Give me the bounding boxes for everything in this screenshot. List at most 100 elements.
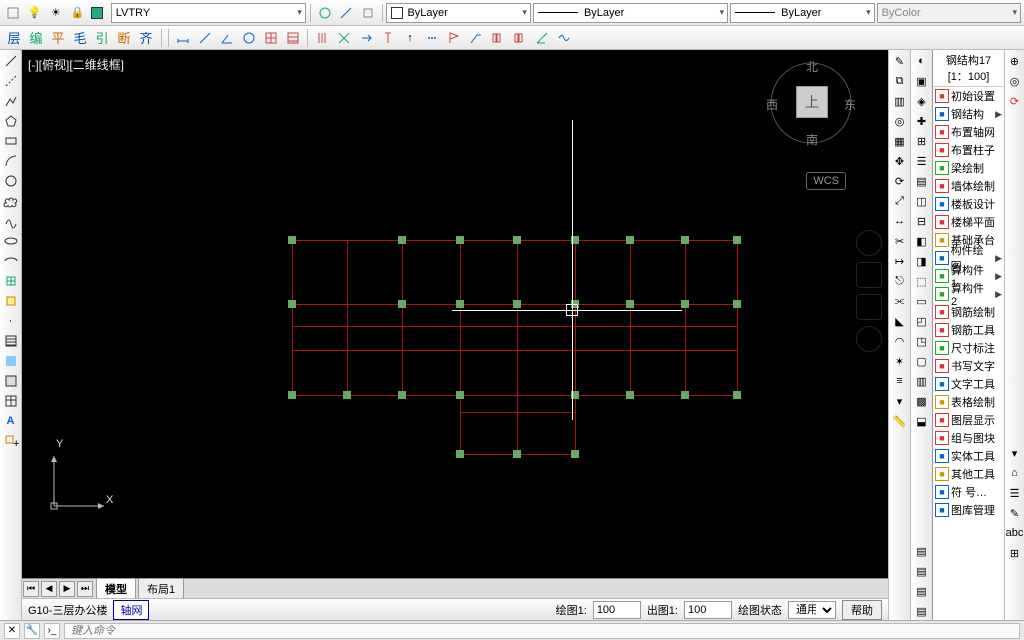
ch-btn-4[interactable]: 引 bbox=[91, 27, 113, 49]
panel-item-3[interactable]: ■布置柱子 bbox=[933, 141, 1004, 159]
chamfer-icon[interactable]: ◣ bbox=[891, 312, 909, 330]
dim-linear-icon[interactable] bbox=[173, 28, 193, 48]
viewcube-face[interactable]: 上 bbox=[796, 86, 828, 118]
p2-icon[interactable]: ⬓ bbox=[913, 412, 931, 430]
ch-btn-6[interactable]: 齐 bbox=[135, 27, 157, 49]
panel-item-1[interactable]: ■钢结构▶ bbox=[933, 105, 1004, 123]
linetype-combo[interactable]: ByLayer bbox=[533, 3, 728, 23]
p2-icon[interactable]: ⬚ bbox=[913, 272, 931, 290]
hatch2-icon[interactable] bbox=[2, 332, 20, 350]
addsel-icon[interactable]: + bbox=[2, 432, 20, 450]
scale1-input[interactable] bbox=[593, 601, 641, 619]
bars1-icon[interactable] bbox=[488, 28, 508, 48]
p2-icon[interactable]: ◫ bbox=[913, 192, 931, 210]
p2-icon[interactable]: ▢ bbox=[913, 352, 931, 370]
ch-btn-1[interactable]: 编 bbox=[25, 27, 47, 49]
panel-item-0[interactable]: ■初始设置 bbox=[933, 87, 1004, 105]
layer-combo[interactable]: LVTRY bbox=[111, 3, 306, 23]
tab-last[interactable]: ⏭ bbox=[77, 581, 93, 597]
p2b-icon[interactable]: ▤ bbox=[913, 582, 931, 600]
p2-icon[interactable]: ◳ bbox=[913, 332, 931, 350]
rotate-icon[interactable]: ⟳ bbox=[891, 172, 909, 190]
dim-radius-icon[interactable] bbox=[239, 28, 259, 48]
hatch-icon[interactable] bbox=[283, 28, 303, 48]
panel-item-17[interactable]: ■表格绘制 bbox=[933, 393, 1004, 411]
view-cube[interactable]: 北 东 南 西 上 bbox=[766, 58, 856, 148]
align-icon[interactable]: ≡ bbox=[891, 372, 909, 390]
wave-icon[interactable] bbox=[554, 28, 574, 48]
lineweight-combo[interactable]: ByLayer bbox=[730, 3, 874, 23]
grid-icon[interactable] bbox=[261, 28, 281, 48]
p2-icon[interactable]: ◧ bbox=[913, 232, 931, 250]
dim-aligned-icon[interactable] bbox=[195, 28, 215, 48]
p2-icon[interactable]: ▣ bbox=[913, 72, 931, 90]
table-icon[interactable] bbox=[2, 392, 20, 410]
p3-icon[interactable]: ◎ bbox=[1006, 72, 1024, 90]
p3-icon[interactable]: ▾ bbox=[1006, 444, 1024, 462]
tab-prev[interactable]: ◀ bbox=[41, 581, 57, 597]
p2b-icon[interactable]: ▤ bbox=[913, 602, 931, 620]
cross-icon[interactable] bbox=[334, 28, 354, 48]
fillet-icon[interactable]: ◠ bbox=[891, 332, 909, 350]
explode-icon[interactable]: ✶ bbox=[891, 352, 909, 370]
color-swatch[interactable] bbox=[89, 3, 109, 23]
rectangle-icon[interactable] bbox=[2, 132, 20, 150]
polygon-icon[interactable] bbox=[2, 112, 20, 130]
wcs-label[interactable]: WCS bbox=[806, 172, 846, 190]
p3-icon[interactable]: ⊕ bbox=[1006, 52, 1024, 70]
panel-item-20[interactable]: ■实体工具 bbox=[933, 447, 1004, 465]
scale-icon[interactable]: ⤢ bbox=[891, 192, 909, 210]
erase-icon[interactable]: ✎ bbox=[891, 52, 909, 70]
p2-icon[interactable]: ◰ bbox=[913, 312, 931, 330]
join-icon[interactable]: ⫘ bbox=[891, 292, 909, 310]
ch-btn-2[interactable]: 平 bbox=[47, 27, 69, 49]
p2-icon[interactable]: ⊟ bbox=[913, 212, 931, 230]
p2b-icon[interactable]: ▤ bbox=[913, 562, 931, 580]
callout-icon[interactable] bbox=[466, 28, 486, 48]
spline-icon[interactable] bbox=[2, 212, 20, 230]
mirror-icon[interactable]: ▥ bbox=[891, 92, 909, 110]
viewport-label[interactable]: [-][俯视][二维线框] bbox=[28, 56, 124, 73]
cmd-close-icon[interactable]: ✕ bbox=[4, 623, 20, 639]
p3-icon[interactable]: ⌂ bbox=[1006, 464, 1024, 482]
arc-icon[interactable] bbox=[2, 152, 20, 170]
panel-item-21[interactable]: ■其他工具 bbox=[933, 465, 1004, 483]
dots-icon[interactable] bbox=[422, 28, 442, 48]
copy-icon[interactable]: ⧉ bbox=[891, 72, 909, 90]
stretch-icon[interactable]: ↔ bbox=[891, 212, 909, 230]
p2-icon[interactable]: ◨ bbox=[913, 252, 931, 270]
panel-item-5[interactable]: ■墙体绘制 bbox=[933, 177, 1004, 195]
layer-prev-icon[interactable] bbox=[358, 3, 378, 23]
polyline-icon[interactable] bbox=[2, 92, 20, 110]
cmd-tool-icon[interactable]: 🔧 bbox=[24, 623, 40, 639]
p2-icon[interactable]: ◐ bbox=[913, 52, 931, 70]
insert-block-icon[interactable] bbox=[2, 272, 20, 290]
point-icon[interactable]: · bbox=[2, 312, 20, 330]
nav-tools[interactable] bbox=[856, 230, 884, 352]
cmd-prompt-icon[interactable]: ›_ bbox=[44, 623, 60, 639]
make-block-icon[interactable] bbox=[2, 292, 20, 310]
panel-item-11[interactable]: ■算构件 2▶ bbox=[933, 285, 1004, 303]
arrow-up-icon[interactable]: ↑ bbox=[400, 28, 420, 48]
panel-item-14[interactable]: ■尺寸标注 bbox=[933, 339, 1004, 357]
trim-icon[interactable]: ✂ bbox=[891, 232, 909, 250]
sun-icon[interactable]: ☀ bbox=[46, 3, 66, 23]
offset-icon[interactable]: ◎ bbox=[891, 112, 909, 130]
panel-item-7[interactable]: ■楼梯平面 bbox=[933, 213, 1004, 231]
p3-icon[interactable]: ☰ bbox=[1006, 484, 1024, 502]
p2-icon[interactable]: ☰ bbox=[913, 152, 931, 170]
panel-item-2[interactable]: ■布置轴网 bbox=[933, 123, 1004, 141]
p2-icon[interactable]: ◈ bbox=[913, 92, 931, 110]
panel-item-12[interactable]: ■钢筋绘制 bbox=[933, 303, 1004, 321]
tool-generic[interactable] bbox=[3, 3, 23, 23]
color-combo[interactable]: ByLayer bbox=[386, 3, 530, 23]
tab-first[interactable]: ⏮ bbox=[23, 581, 39, 597]
lightbulb-icon[interactable]: 💡 bbox=[25, 3, 45, 23]
panel-item-16[interactable]: ■文字工具 bbox=[933, 375, 1004, 393]
extend-icon[interactable]: ↦ bbox=[891, 252, 909, 270]
dim-angular-icon[interactable] bbox=[217, 28, 237, 48]
p2-icon[interactable]: ⊞ bbox=[913, 132, 931, 150]
col-icon[interactable] bbox=[312, 28, 332, 48]
p2-icon[interactable]: ▤ bbox=[913, 172, 931, 190]
mtext-icon[interactable]: A bbox=[2, 412, 20, 430]
